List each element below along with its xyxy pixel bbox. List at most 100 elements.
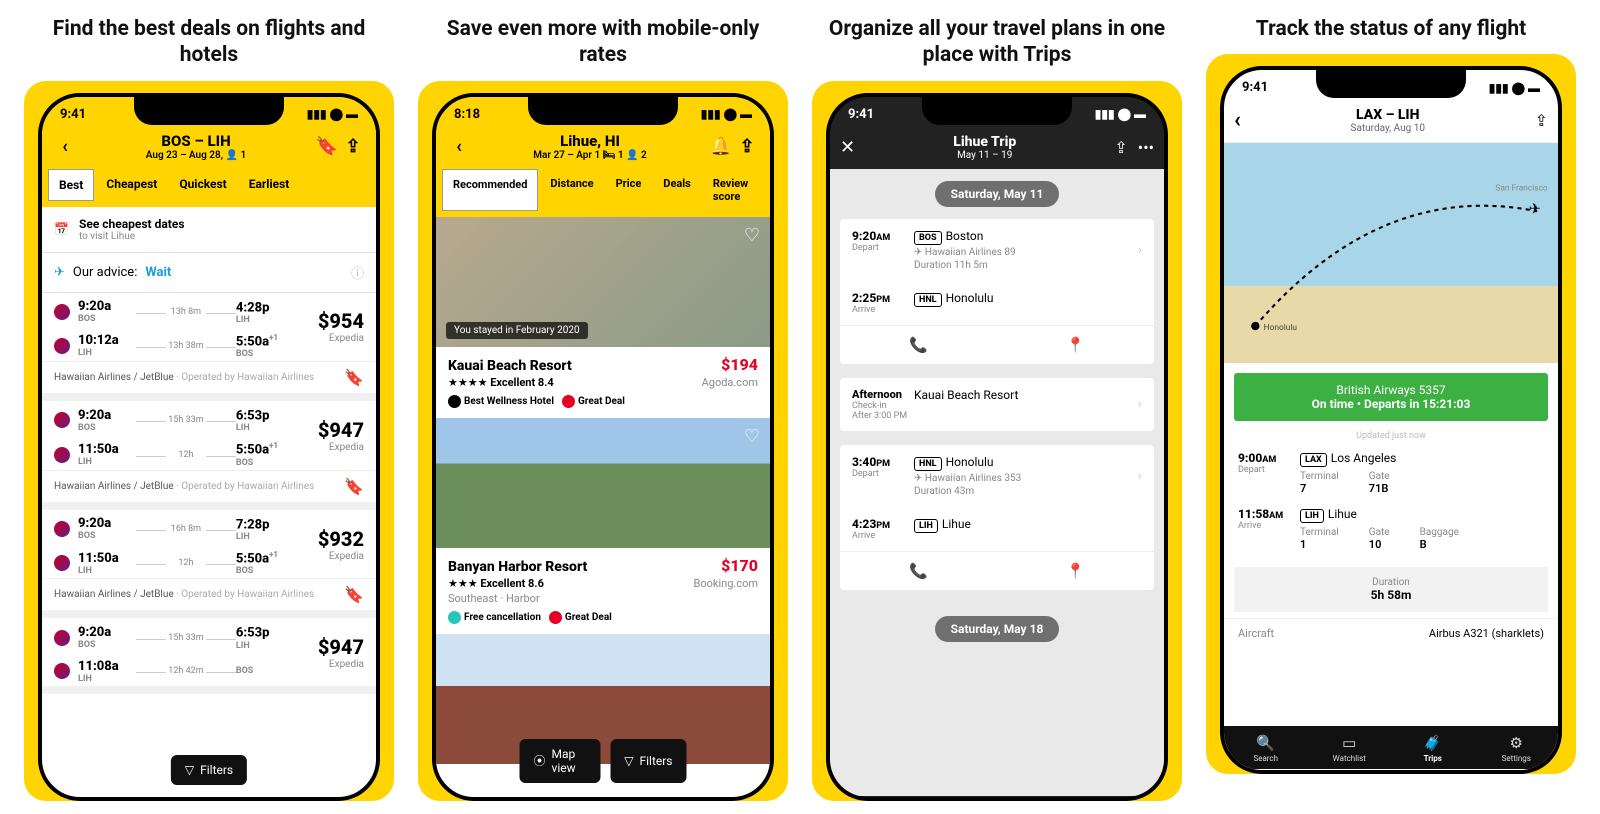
header: ‹ LAX – LIH Saturday, Aug 10 ⇪: [1224, 99, 1558, 143]
hotel-name: Kauai Beach Resort: [914, 388, 1138, 402]
aircraft-row: Aircraft Airbus A321 (sharklets): [1224, 618, 1558, 648]
hotel-source: Agoda.com: [702, 376, 758, 389]
trophy-icon: [448, 395, 461, 408]
flight-card[interactable]: 9:20aBOS 15h 33m 6:53pLIH 11:50aLIH 12h …: [42, 401, 376, 510]
tab-best[interactable]: Best: [48, 169, 94, 201]
more-icon[interactable]: •••: [1138, 138, 1154, 157]
bookmark-icon[interactable]: 🔖: [344, 585, 364, 604]
bookmark-icon[interactable]: 🔖: [344, 477, 364, 496]
airline-icon: ✈: [914, 473, 922, 484]
airport-code: HNL: [914, 293, 942, 307]
trip-flight-card[interactable]: 3:40PMDepart HNLHonolulu ✈ Hawaiian Airl…: [840, 445, 1154, 590]
filters-button[interactable]: ▽ Filters: [610, 739, 686, 783]
airline-icon: ✈: [914, 247, 922, 258]
nav-trips[interactable]: 🧳Trips: [1391, 726, 1475, 769]
badge-wellness: Best Wellness Hotel: [464, 396, 554, 407]
cheapest-dates-card[interactable]: 📅 See cheapest dates to visit Lihue: [42, 207, 376, 253]
share-icon[interactable]: ⇪: [340, 136, 366, 157]
tab-quickest[interactable]: Quickest: [169, 169, 236, 201]
flight-map[interactable]: San Francisco Honolulu ✈: [1224, 143, 1558, 363]
phone-icon[interactable]: 📞: [840, 552, 997, 590]
tab-deals[interactable]: Deals: [653, 169, 701, 211]
share-icon[interactable]: ⇪: [1535, 111, 1548, 130]
status-icons: ▮▮▮ ⬤ ▬: [1095, 107, 1146, 121]
bell-icon[interactable]: 🔔: [708, 136, 734, 157]
heart-icon[interactable]: ♡: [744, 225, 760, 246]
status-icons: ▮▮▮ ⬤ ▬: [701, 107, 752, 121]
tab-recommended[interactable]: Recommended: [442, 169, 538, 211]
trip-flight-card[interactable]: 9:20AMDepart BOSBoston ✈ Hawaiian Airlin…: [840, 219, 1154, 364]
panel-caption: Save even more with mobile-only rates: [418, 10, 788, 81]
pin-icon[interactable]: 📍: [997, 552, 1154, 590]
updated-label: Updated just now: [1224, 431, 1558, 441]
hotel-card[interactable]: ♡ You stayed in February 2020 Kauai Beac…: [436, 217, 770, 418]
airline-icon: [54, 663, 70, 679]
location-sub: Mar 27 – Apr 1 🛏 1 👤 2: [472, 150, 708, 161]
status-time: 9:41: [1242, 80, 1268, 95]
airport-code: LAX: [1300, 453, 1327, 467]
flight-price: $954: [318, 309, 364, 333]
status-banner: British Airways 5357 On time • Departs i…: [1234, 373, 1548, 421]
tab-price[interactable]: Price: [606, 169, 652, 211]
info-icon[interactable]: ⓘ: [351, 263, 364, 282]
status-time: 9:41: [60, 107, 86, 122]
airline-icon: [54, 447, 70, 463]
flight-card[interactable]: 9:20aBOS 16h 8m 7:28pLIH 11:50aLIH 12h 5…: [42, 510, 376, 619]
advice-card[interactable]: ✈ Our advice: Wait ⓘ: [42, 253, 376, 293]
route-title: BOS – LIH: [78, 132, 314, 150]
tab-cheapest[interactable]: Cheapest: [96, 169, 167, 201]
tab-review[interactable]: Review score: [703, 169, 764, 211]
bookmark-icon[interactable]: 🔖: [314, 136, 340, 157]
plane-icon: ✈: [54, 265, 65, 280]
nav-settings[interactable]: ⚙Settings: [1475, 726, 1559, 769]
flight-status: On time • Departs in 15:21:03: [1242, 397, 1540, 411]
date-pill: Saturday, May 18: [935, 616, 1060, 642]
search-icon: 🔍: [1224, 734, 1308, 752]
nav-watchlist[interactable]: ▭Watchlist: [1308, 726, 1392, 769]
flight-card[interactable]: 9:20aBOS 13h 8m 4:28pLIH 10:12aLIH 13h 3…: [42, 293, 376, 402]
hotel-image: ♡ You stayed in February 2020: [436, 217, 770, 347]
cheapest-title: See cheapest dates: [79, 217, 185, 231]
phone-icon[interactable]: 📞: [840, 326, 997, 364]
airport-code: BOS: [914, 231, 942, 245]
close-icon[interactable]: ✕: [840, 137, 855, 158]
panel-hotels: Save even more with mobile-only rates 8:…: [418, 10, 788, 801]
pin-icon: ⦿: [534, 752, 546, 769]
share-icon[interactable]: ⇪: [1114, 138, 1127, 157]
flight-price: $947: [318, 418, 364, 442]
flame-icon: [549, 611, 562, 624]
city-name: Lihue: [942, 517, 971, 531]
chevron-right-icon: ›: [1138, 468, 1142, 484]
price-source: Expedia: [318, 659, 364, 670]
filter-icon: ▽: [624, 754, 633, 768]
panel-track: Track the status of any flight 9:41 ▮▮▮ …: [1206, 10, 1576, 801]
trip-hotel-card[interactable]: AfternoonCheck-inAfter 3:00 PM Kauai Bea…: [840, 378, 1154, 431]
filters-button[interactable]: ▽ Filters: [171, 755, 247, 785]
pin-icon[interactable]: 📍: [997, 326, 1154, 364]
route-sub: Aug 23 – Aug 28, 👤 1: [78, 150, 314, 161]
hotel-name: Kauai Beach Resort: [448, 358, 572, 374]
hotel-card[interactable]: ♡ Banyan Harbor Resort $170 ★★★ Excellen…: [436, 418, 770, 634]
heart-icon[interactable]: ♡: [744, 426, 760, 447]
nav-search[interactable]: 🔍Search: [1224, 726, 1308, 769]
price-source: Expedia: [318, 551, 364, 562]
tab-distance[interactable]: Distance: [540, 169, 603, 211]
panel-caption: Track the status of any flight: [1206, 10, 1576, 54]
sort-tabs: Recommended Distance Price Deals Review …: [436, 169, 770, 217]
back-icon[interactable]: ‹: [1234, 108, 1241, 133]
flight-price: $932: [318, 527, 364, 551]
cheapest-sub: to visit Lihue: [79, 231, 185, 242]
share-icon[interactable]: ⇪: [734, 136, 760, 157]
watchlist-icon: ▭: [1308, 734, 1392, 752]
notch: [528, 97, 678, 125]
bookmark-icon[interactable]: 🔖: [344, 368, 364, 387]
back-icon[interactable]: ‹: [52, 136, 78, 157]
airline-icon: [54, 555, 70, 571]
flight-card[interactable]: 9:20aBOS 15h 33m 6:53pLIH 11:08aLIH 12h …: [42, 618, 376, 693]
hotel-source: Booking.com: [694, 577, 758, 590]
back-icon[interactable]: ‹: [446, 136, 472, 157]
tab-earliest[interactable]: Earliest: [239, 169, 300, 201]
airport-code: LIH: [1300, 509, 1324, 523]
panel-flights: Find the best deals on flights and hotel…: [24, 10, 394, 801]
map-view-button[interactable]: ⦿ Map view: [520, 739, 601, 783]
